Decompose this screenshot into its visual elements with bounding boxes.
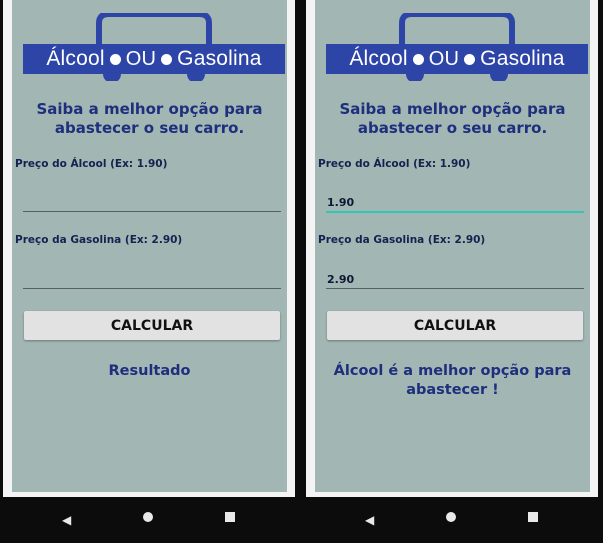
logo-dot-icon [109,53,121,65]
gasoline-price-label: Preço da Gasolina (Ex: 2.90) [15,234,183,246]
back-icon[interactable]: ◀ [365,513,374,527]
android-nav-bar: ◀ [306,497,598,543]
alcohol-price-label: Preço do Álcool (Ex: 1.90) [15,158,168,170]
recent-apps-icon[interactable] [225,512,235,522]
result-text: Álcool é a melhor opção para abastecer ! [333,363,572,398]
app-screen: Álcool OU Gasolina Saiba a melhor opção … [315,0,590,492]
headline: Saiba a melhor opção para abastecer o se… [36,100,263,137]
gasoline-price-label: Preço da Gasolina (Ex: 2.90) [318,234,486,246]
gasoline-price-input[interactable] [326,270,584,289]
logo-dot-icon [412,53,424,65]
alcohol-price-input[interactable] [326,193,584,213]
home-icon[interactable] [143,512,153,522]
calculate-button[interactable]: CALCULAR [24,311,280,340]
android-nav-bar: ◀ [3,497,295,543]
logo-text: Álcool OU Gasolina [326,44,588,74]
logo-word-ou: OU [428,47,460,70]
result-text: Resultado [108,363,191,379]
logo-word-ou: OU [125,47,157,70]
alcohol-price-label: Preço do Álcool (Ex: 1.90) [318,158,471,170]
app-logo: Álcool OU Gasolina [326,13,588,81]
alcohol-price-input[interactable] [23,193,281,212]
gasoline-price-input[interactable] [23,270,281,289]
logo-word-gasolina: Gasolina [480,47,565,70]
logo-dot-icon [161,53,173,65]
calculate-button[interactable]: CALCULAR [327,311,583,340]
logo-word-alcool: Álcool [349,47,408,70]
app-screen: Álcool OU Gasolina Saiba a melhor opção … [12,0,287,492]
logo-word-gasolina: Gasolina [177,47,262,70]
phone-left: Álcool OU Gasolina Saiba a melhor opção … [3,0,295,543]
headline: Saiba a melhor opção para abastecer o se… [339,100,566,137]
logo-text: Álcool OU Gasolina [23,44,285,74]
logo-dot-icon [464,53,476,65]
app-logo: Álcool OU Gasolina [23,13,285,81]
back-icon[interactable]: ◀ [62,513,71,527]
logo-word-alcool: Álcool [46,47,105,70]
recent-apps-icon[interactable] [528,512,538,522]
home-icon[interactable] [446,512,456,522]
phone-right: Álcool OU Gasolina Saiba a melhor opção … [306,0,598,543]
